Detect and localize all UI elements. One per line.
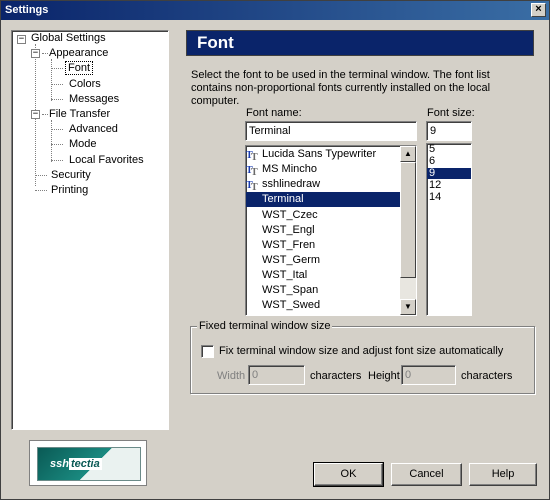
svg-text:T: T [251, 167, 258, 176]
tree-item-colors[interactable]: Colors [67, 77, 103, 92]
fixed-size-group [190, 326, 535, 394]
tree-item-file-transfer[interactable]: File Transfer [47, 107, 112, 122]
fix-window-size-label[interactable]: Fix terminal window size and adjust font… [219, 345, 503, 357]
font-option-label: WST_Span [262, 284, 319, 296]
ok-button[interactable]: OK [313, 462, 384, 487]
font-option-label: Terminal [262, 193, 304, 205]
help-button[interactable]: Help [469, 463, 537, 486]
tree-item-label: Local Favorites [69, 154, 144, 166]
list-item[interactable]: 12 [427, 180, 471, 191]
logo-part-tectia: tectia [68, 458, 102, 470]
size-option-label: 6 [429, 155, 436, 167]
font-option-label: WST_Germ [262, 254, 321, 266]
list-item[interactable]: 9 [427, 168, 471, 179]
size-option-label: 12 [429, 179, 442, 191]
list-item[interactable]: TT sshlinedraw [246, 177, 400, 192]
tree-item-advanced[interactable]: Advanced [67, 122, 120, 137]
font-option-label: WST_Czec [262, 209, 318, 221]
cancel-button[interactable]: Cancel [391, 463, 462, 486]
settings-dialog: Settings × − Global Settings − Appearanc… [0, 0, 550, 500]
scroll-down-icon[interactable]: ▼ [400, 299, 416, 315]
tree-item-appearance[interactable]: Appearance [47, 46, 110, 61]
tree-item-label: Global Settings [31, 32, 106, 44]
title-bar: Settings × [1, 1, 549, 20]
size-option-label: 5 [429, 143, 436, 155]
logo-graphic: ssh tectia [37, 447, 141, 481]
collapse-file-transfer-icon[interactable]: − [31, 110, 40, 119]
font-name-input[interactable]: Terminal [245, 121, 417, 141]
tree-item-label: Advanced [69, 123, 118, 135]
svg-text:T: T [251, 152, 258, 161]
font-name-list[interactable]: TT Lucida Sans Typewriter TT MS Mincho T… [245, 145, 417, 316]
font-option-label: Lucida Sans Typewriter [262, 148, 377, 160]
logo-part-ssh: ssh [50, 458, 69, 470]
tree-item-label: Mode [69, 138, 97, 150]
list-item[interactable]: TT Lucida Sans Typewriter [246, 147, 400, 162]
height-label: Height [368, 370, 400, 382]
scroll-up-icon[interactable]: ▲ [400, 146, 416, 162]
size-option-label: 14 [429, 191, 442, 203]
tree-item-label: Colors [69, 78, 101, 90]
truetype-font-icon: TT [246, 180, 258, 191]
window-title: Settings [5, 4, 49, 16]
tree-item-label: Printing [51, 184, 89, 196]
height-unit: characters [461, 370, 513, 382]
list-item[interactable]: WST_Span [246, 283, 400, 298]
list-item[interactable]: WST_Fren [246, 238, 400, 253]
font-option-label: WST_Fren [262, 239, 316, 251]
list-item[interactable]: WST_Engl [246, 223, 400, 238]
size-option-label: 9 [429, 167, 436, 179]
width-unit: characters [310, 370, 362, 382]
list-item[interactable]: Terminal [246, 192, 400, 207]
tree-item-font[interactable]: Font [65, 61, 94, 76]
height-input[interactable]: 0 [401, 365, 456, 385]
width-input[interactable]: 0 [248, 365, 305, 385]
logo-text: ssh tectia [50, 458, 102, 470]
tree-item-printing[interactable]: Printing [49, 183, 90, 198]
scroll-thumb[interactable] [400, 162, 416, 278]
tree-item-local-favorites[interactable]: Local Favorites [67, 153, 146, 168]
font-list-scrollbar[interactable]: ▲ ▼ [400, 146, 416, 315]
tree-item-label: File Transfer [49, 108, 111, 120]
list-item[interactable]: 14 [427, 192, 471, 203]
font-size-list[interactable]: 5 6 9 12 14 [426, 143, 472, 316]
list-item[interactable]: TT MS Mincho [246, 162, 400, 177]
list-item[interactable]: WST_Czec [246, 208, 400, 223]
list-item[interactable]: 6 [427, 156, 471, 167]
list-item[interactable]: 5 [427, 144, 471, 155]
fix-window-size-checkbox[interactable] [201, 345, 214, 358]
list-item[interactable]: WST_Germ [246, 253, 400, 268]
font-option-label: WST_Swed [262, 299, 321, 311]
tree-item-security[interactable]: Security [49, 168, 93, 183]
tree-item-label: Security [51, 169, 91, 181]
svg-text:T: T [251, 182, 258, 191]
tree-item-messages[interactable]: Messages [67, 92, 121, 107]
tree-item-global-settings[interactable]: Global Settings [29, 31, 108, 46]
font-description: Select the font to be used in the termin… [191, 69, 491, 107]
settings-tree[interactable]: − Global Settings − Appearance Font Colo… [11, 30, 169, 430]
truetype-font-icon: TT [246, 165, 258, 176]
font-size-label: Font size: [427, 107, 475, 119]
collapse-global-settings-icon[interactable]: − [17, 35, 26, 44]
truetype-font-icon: TT [246, 150, 258, 161]
tree-item-label: Messages [69, 93, 120, 105]
fixed-size-group-title: Fixed terminal window size [197, 320, 333, 332]
font-size-input[interactable]: 9 [426, 121, 472, 141]
collapse-appearance-icon[interactable]: − [31, 49, 40, 58]
list-item[interactable]: WST_Ital [246, 268, 400, 283]
close-button[interactable]: × [531, 3, 546, 17]
font-name-label: Font name: [246, 107, 302, 119]
width-label: Width [217, 370, 246, 382]
tree-item-label: Appearance [49, 47, 109, 59]
ssh-tectia-logo: ssh tectia [29, 440, 147, 486]
tree-item-label: Font [65, 61, 94, 75]
font-option-label: WST_Ital [262, 269, 308, 281]
font-option-label: WST_Engl [262, 224, 315, 236]
page-title: Font [186, 30, 534, 56]
list-item[interactable]: WST_Swed [246, 298, 400, 313]
tree-item-mode[interactable]: Mode [67, 137, 99, 152]
